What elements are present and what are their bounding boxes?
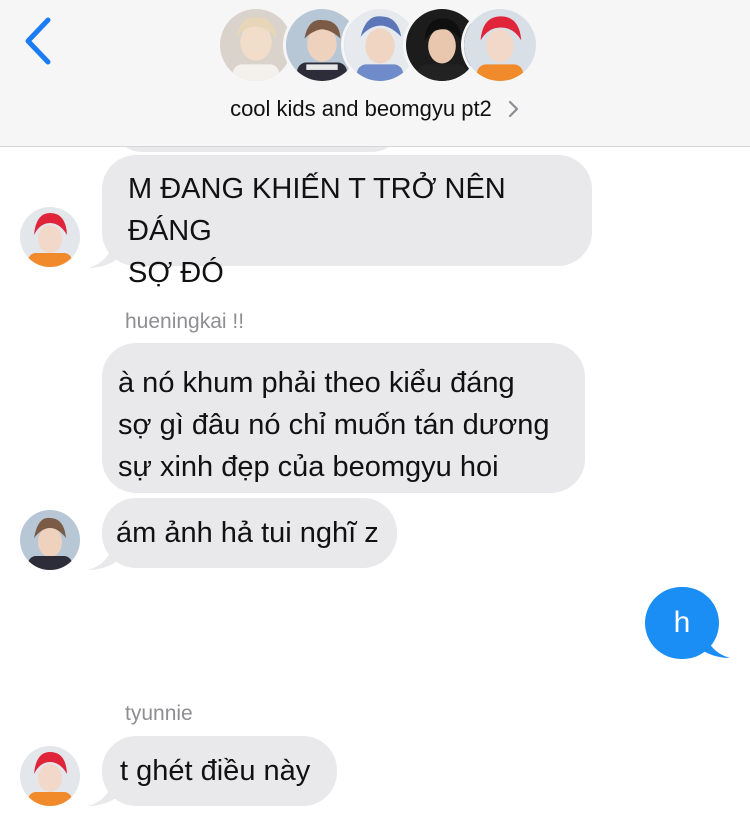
chevron-right-icon — [508, 100, 519, 118]
message-bubble[interactable]: M ĐANG KHIẾN T TRỞ NÊN ĐÁNG SỢ ĐÓ — [102, 155, 592, 289]
sender-avatar[interactable] — [20, 207, 80, 267]
sender-name: hueningkai !! — [125, 310, 245, 333]
group-avatars[interactable] — [217, 6, 539, 90]
message-text: M ĐANG KHIẾN T TRỞ NÊN ĐÁNG SỢ ĐÓ — [128, 173, 506, 289]
sender-avatar[interactable] — [20, 746, 80, 806]
sender-avatar[interactable] — [20, 510, 80, 570]
sent-message-bubble[interactable]: h — [645, 587, 719, 659]
message-text: h — [673, 606, 691, 639]
group-name: cool kids and beomgyu pt2 — [230, 96, 492, 121]
conversation-header: cool kids and beomgyu pt2 — [0, 0, 750, 147]
sender-name: tyunnie — [125, 702, 193, 725]
group-member-avatar — [461, 6, 539, 84]
message-text: t ghét điều này — [120, 755, 311, 787]
message-bubble[interactable]: à nó khum phải theo kiểu đáng sợ gì đâu … — [102, 343, 585, 493]
message-bubble[interactable]: t ghét điều này — [102, 736, 337, 806]
message-text: ám ảnh hả tui nghĩ z — [116, 517, 379, 549]
message-bubble[interactable]: ám ảnh hả tui nghĩ z — [102, 498, 397, 568]
group-name-button[interactable]: cool kids and beomgyu pt2 — [0, 96, 750, 122]
message-text: à nó khum phải theo kiểu đáng sợ gì đâu … — [118, 367, 550, 483]
chevron-left-icon — [25, 17, 51, 65]
back-button[interactable] — [18, 16, 58, 66]
